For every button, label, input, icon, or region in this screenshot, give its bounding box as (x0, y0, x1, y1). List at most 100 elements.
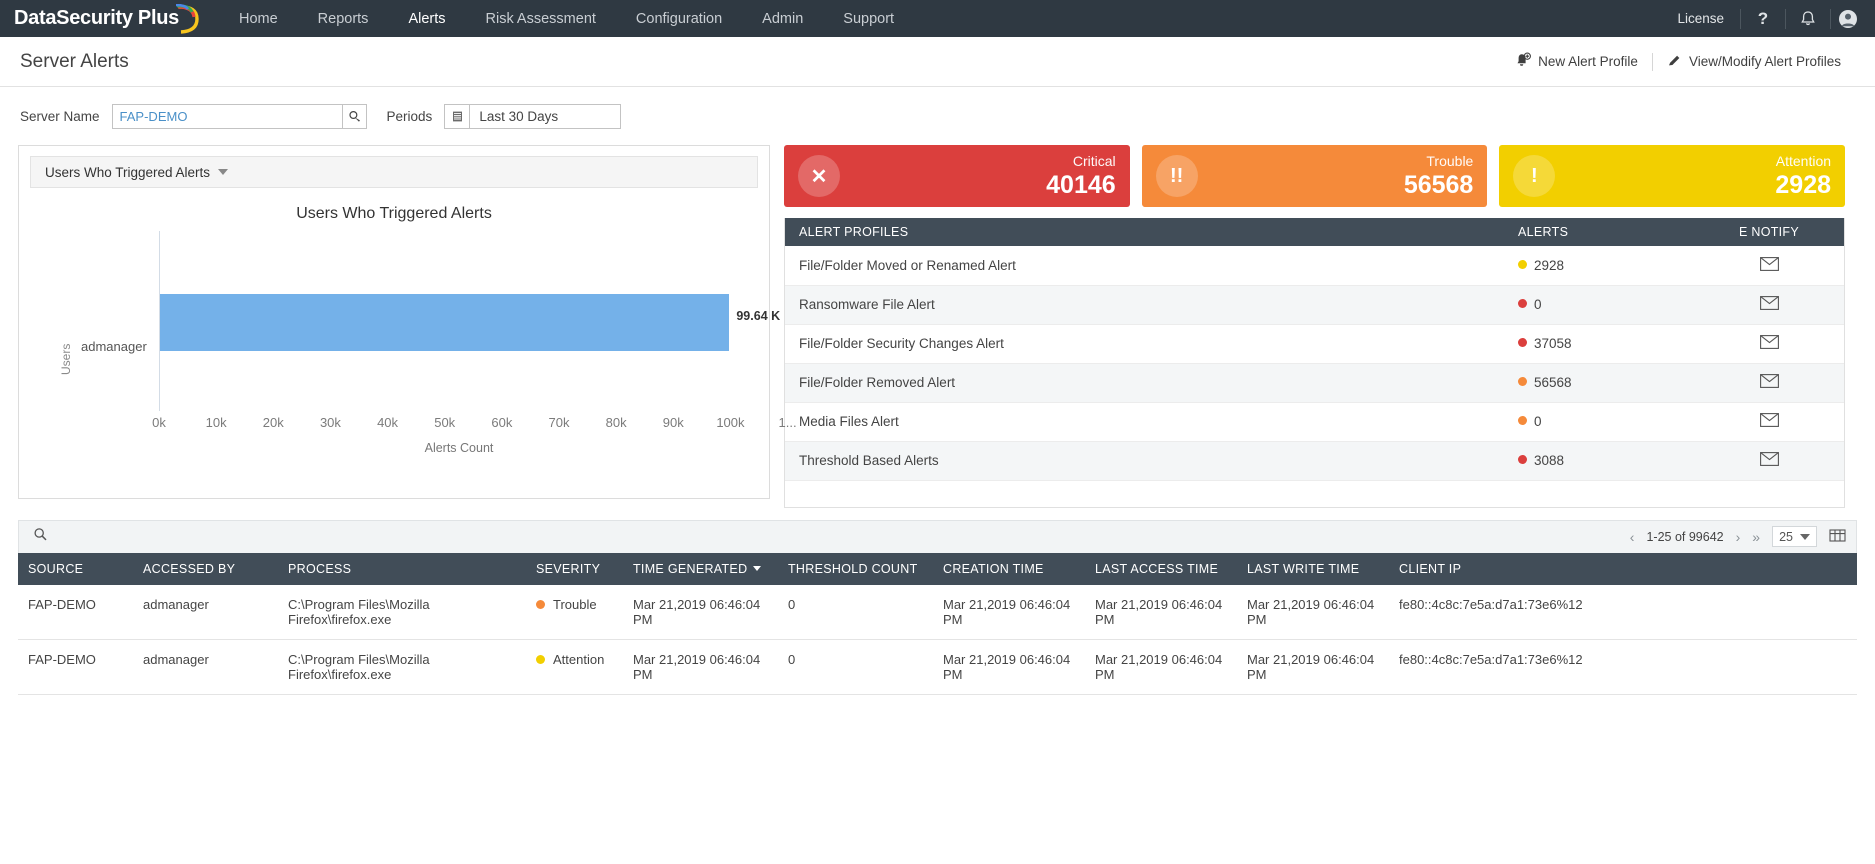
double-chevron-right-icon[interactable]: » (1752, 529, 1760, 545)
column-header-source[interactable]: SOURCE (18, 552, 133, 585)
chart-x-tick-4: 40k (377, 415, 399, 430)
alert-profiles-panel: ALERT PROFILES ALERTS E NOTIFY File/Fold… (784, 218, 1845, 508)
nav-item-configuration[interactable]: Configuration (616, 0, 742, 37)
nav-label: Reports (317, 10, 369, 27)
page-title: Server Alerts (20, 50, 129, 72)
table-row[interactable]: File/Folder Removed Alert 56568 (785, 363, 1844, 403)
server-name-input[interactable] (111, 103, 342, 129)
chart-title: Users Who Triggered Alerts (296, 205, 492, 222)
alerts-data-table: SOURCE ACCESSED BY PROCESS SEVERITY TIME… (18, 552, 1857, 695)
column-header-alert-profiles[interactable]: ALERT PROFILES (785, 218, 1504, 246)
brand-name: DataSecurity Plus (14, 7, 179, 29)
server-name-input-group (111, 103, 367, 129)
alert-card-attention[interactable]: ! Attention 2928 (1499, 145, 1846, 207)
nav-item-home[interactable]: Home (219, 0, 298, 37)
periods-control: Last 30 Days (444, 103, 622, 129)
bell-add-icon (1515, 52, 1532, 71)
column-header-time-generated[interactable]: TIME GENERATED (623, 552, 778, 585)
license-link[interactable]: License (1661, 11, 1740, 26)
nav-label: Alerts (408, 10, 446, 27)
chart-x-tick-0: 0k (152, 415, 166, 430)
column-header-severity[interactable]: SEVERITY (526, 552, 623, 585)
calendar-icon[interactable] (444, 103, 470, 129)
cell-alerts-count: 0 (1504, 285, 1694, 325)
periods-value[interactable]: Last 30 Days (469, 103, 622, 129)
cell-e-notify (1694, 402, 1844, 442)
table-row[interactable]: FAP-DEMO admanager C:\Program Files\Mozill… (18, 639, 1857, 695)
chevron-down-icon (218, 169, 229, 175)
cell-e-notify (1694, 363, 1844, 403)
cell-e-notify (1694, 324, 1844, 364)
alerts-data-body: FAP-DEMO admanager C:\Program Files\Mozill… (18, 584, 1857, 695)
cell-e-notify (1694, 441, 1844, 481)
bell-icon[interactable] (1786, 0, 1830, 37)
cell-last-access-time: Mar 21,2019 06:46:04 PM (1085, 639, 1237, 695)
view-modify-alert-profiles-button[interactable]: View/Modify Alert Profiles (1653, 53, 1855, 71)
cell-alert-profile: Threshold Based Alerts (785, 441, 1504, 481)
envelope-icon[interactable] (1759, 374, 1779, 391)
table-row[interactable]: FAP-DEMO admanager C:\Program Files\Mozill… (18, 584, 1857, 640)
nav-item-alerts[interactable]: Alerts (388, 0, 465, 37)
severity-label: Attention (553, 651, 605, 667)
envelope-icon[interactable] (1759, 296, 1779, 313)
table-row[interactable]: File/Folder Security Changes Alert 37058 (785, 324, 1844, 364)
column-header-last-access-time[interactable]: LAST ACCESS TIME (1085, 552, 1237, 585)
chevron-left-icon[interactable]: ‹ (1630, 529, 1635, 545)
column-header-last-write-time[interactable]: LAST WRITE TIME (1237, 552, 1389, 585)
envelope-icon[interactable] (1759, 413, 1779, 430)
cell-last-access-time: Mar 21,2019 06:46:04 PM (1085, 584, 1237, 640)
nav-item-support[interactable]: Support (823, 0, 914, 37)
cursor-select-icon[interactable] (341, 103, 367, 129)
alert-card-critical[interactable]: ✕ Critical 40146 (784, 145, 1130, 207)
user-avatar-icon[interactable] (1831, 0, 1875, 37)
page-size-selector[interactable]: 25 (1772, 526, 1817, 547)
nav-item-admin[interactable]: Admin (742, 0, 823, 37)
table-row[interactable]: Ransomware File Alert 0 (785, 285, 1844, 325)
new-alert-profile-button[interactable]: New Alert Profile (1501, 52, 1652, 71)
table-row[interactable]: File/Folder Moved or Renamed Alert 2928 (785, 246, 1844, 286)
main-content: Users Who Triggered Alerts Users Who Tri… (0, 145, 1875, 508)
nav-item-risk-assessment[interactable]: Risk Assessment (466, 0, 616, 37)
cell-alerts-count: 56568 (1504, 363, 1694, 403)
cell-alerts-count: 2928 (1504, 246, 1694, 286)
envelope-icon[interactable] (1759, 335, 1779, 352)
envelope-icon[interactable] (1759, 452, 1779, 469)
column-header-threshold-count[interactable]: THRESHOLD COUNT (778, 552, 933, 585)
table-row[interactable]: Media Files Alert 0 (785, 402, 1844, 442)
cell-e-notify (1694, 285, 1844, 325)
page-header: Server Alerts New Alert Profile View/Mod… (0, 37, 1875, 87)
column-header-e-notify[interactable]: E NOTIFY (1694, 218, 1844, 246)
question-mark-icon[interactable]: ? (1741, 0, 1785, 37)
table-row[interactable]: Threshold Based Alerts 3088 (785, 441, 1844, 481)
new-alert-profile-label: New Alert Profile (1538, 54, 1638, 69)
column-header-creation-time[interactable]: CREATION TIME (933, 552, 1085, 585)
chart-x-tick-7: 70k (548, 415, 570, 430)
chart-x-tick-9: 90k (662, 415, 684, 430)
brand-logo[interactable]: DataSecurity Plus (0, 0, 219, 37)
pagination-controls: ‹ 1-25 of 99642 › » 25 (1630, 521, 1846, 553)
search-icon[interactable] (33, 527, 48, 547)
alerts-summary-column: ✕ Critical 40146 !! Trouble 56568 ! Atte… (784, 145, 1846, 508)
column-header-alerts[interactable]: ALERTS (1504, 218, 1694, 246)
nav-label: Support (843, 10, 895, 27)
envelope-icon[interactable] (1759, 256, 1779, 274)
chart-metric-label: Users Who Triggered Alerts (45, 164, 211, 180)
chart-metric-selector[interactable]: Users Who Triggered Alerts (30, 156, 758, 188)
alert-card-trouble[interactable]: !! Trouble 56568 (1141, 145, 1488, 207)
cell-severity: Attention (526, 639, 623, 695)
page-size-value: 25 (1779, 529, 1793, 544)
alert-card-title: Attention (1775, 153, 1832, 169)
chart-x-tick-1: 10k (205, 415, 227, 430)
column-header-client-ip[interactable]: CLIENT IP (1389, 552, 1857, 585)
nav-item-reports[interactable]: Reports (298, 0, 389, 37)
column-header-accessed-by[interactable]: ACCESSED BY (133, 552, 278, 585)
alert-profiles-table: ALERT PROFILES ALERTS E NOTIFY File/Fold… (785, 218, 1844, 481)
column-header-process[interactable]: PROCESS (278, 552, 526, 585)
cell-alert-profile: File/Folder Removed Alert (785, 363, 1504, 403)
column-settings-icon[interactable] (1829, 528, 1846, 546)
cell-last-write-time: Mar 21,2019 06:46:04 PM (1237, 584, 1389, 640)
chart-bar-admanager[interactable] (160, 294, 730, 351)
chevron-right-icon[interactable]: › (1736, 529, 1741, 545)
alert-card-title: Trouble (1426, 153, 1474, 169)
chart-bar-value-label: 99.64 K (736, 309, 781, 323)
